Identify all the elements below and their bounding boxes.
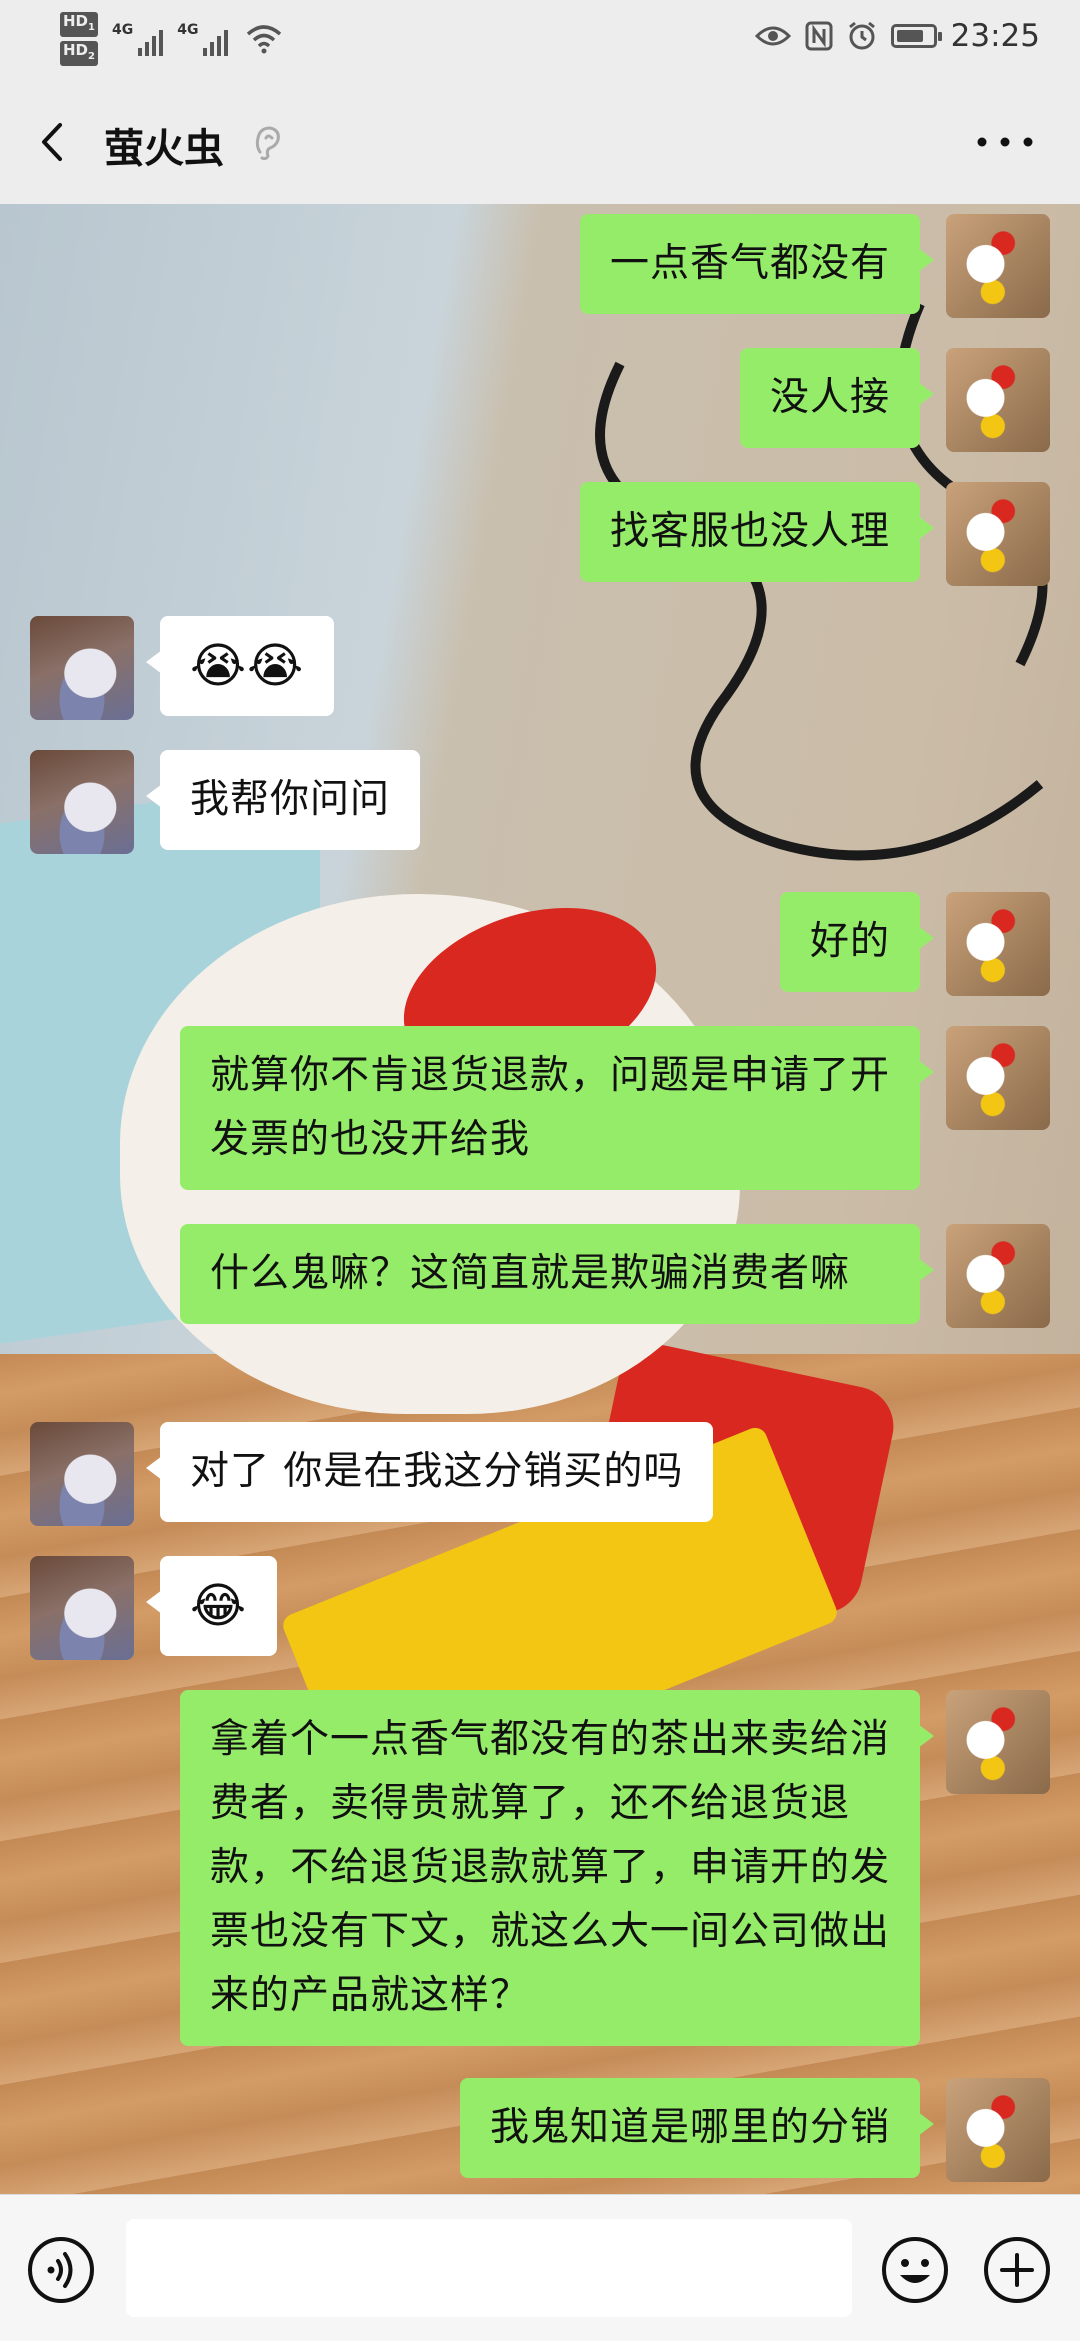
signal-2-icon: 4G: [177, 22, 229, 56]
signal-1-icon: 4G: [112, 22, 164, 56]
contact-avatar[interactable]: [30, 1422, 134, 1526]
chat-area[interactable]: 一点香气都没有 没人接 找客服也没人理 😭😭 我帮你问问 好的 就算你不肯退货退…: [0, 204, 1080, 2194]
status-left: HD1 HD2 4G 4G: [60, 12, 282, 66]
contact-avatar[interactable]: [30, 616, 134, 720]
battery-icon: [890, 24, 942, 48]
ear-icon: [255, 126, 280, 161]
back-chevron-left-icon[interactable]: [30, 115, 80, 169]
my-avatar[interactable]: [946, 2078, 1050, 2182]
message-bubble-sent[interactable]: 我鬼知道是哪里的分销: [459, 2078, 935, 2178]
status-right: 23:25: [754, 18, 1040, 54]
message-bubble-sent[interactable]: 一点香气都没有: [579, 214, 935, 314]
my-avatar[interactable]: [946, 348, 1050, 452]
eye-icon: [754, 26, 791, 46]
message-bubble-sent[interactable]: 找客服也没人理: [579, 482, 935, 582]
message-input[interactable]: [126, 2219, 852, 2317]
chat-header: 萤火虫: [0, 80, 1080, 204]
contact-avatar[interactable]: [30, 1556, 134, 1660]
alarm-icon: [848, 21, 875, 50]
contact-avatar[interactable]: [30, 750, 134, 854]
message-bubble-received[interactable]: 😂: [145, 1556, 278, 1656]
chat-title: 萤火虫: [104, 126, 224, 172]
message-bubble-received[interactable]: 😭😭: [145, 616, 335, 716]
message-bubble-sent[interactable]: 好的: [779, 892, 935, 992]
plus-icon[interactable]: [982, 2235, 1052, 2305]
message-bubble-sent[interactable]: 什么鬼嘛？这简直就是欺骗消费者嘛: [180, 1224, 934, 1324]
emoji-icon[interactable]: [880, 2235, 950, 2305]
message-bubble-received[interactable]: 我帮你问问: [145, 750, 421, 850]
my-avatar[interactable]: [946, 1026, 1050, 1130]
input-bar: [0, 2194, 1080, 2341]
my-avatar[interactable]: [946, 892, 1050, 996]
clock: 23:25: [950, 18, 1040, 54]
status-bar: HD1 HD2 4G 4G 23:25: [0, 0, 1080, 80]
my-avatar[interactable]: [946, 1690, 1050, 1794]
more-dots-icon[interactable]: [970, 130, 1040, 154]
message-bubble-sent[interactable]: 没人接: [739, 348, 935, 448]
my-avatar[interactable]: [946, 214, 1050, 318]
nfc-icon: [805, 21, 833, 51]
sim1-hd-badge: HD1: [60, 12, 98, 37]
sim2-hd-badge: HD2: [60, 41, 98, 66]
voice-icon[interactable]: [26, 2235, 96, 2305]
my-avatar[interactable]: [946, 482, 1050, 586]
message-bubble-sent[interactable]: 就算你不肯退货退款，问题是申请了开发票的也没开给我: [180, 1026, 934, 1190]
message-bubble-sent[interactable]: 拿着个一点香气都没有的茶出来卖给消费者，卖得贵就算了，还不给退货退款，不给退货退…: [180, 1690, 934, 2046]
wifi-icon: [247, 25, 282, 54]
my-avatar[interactable]: [946, 1224, 1050, 1328]
message-bubble-received[interactable]: 对了 你是在我这分销买的吗: [145, 1422, 714, 1522]
sim-indicators: HD1 HD2: [60, 12, 98, 66]
